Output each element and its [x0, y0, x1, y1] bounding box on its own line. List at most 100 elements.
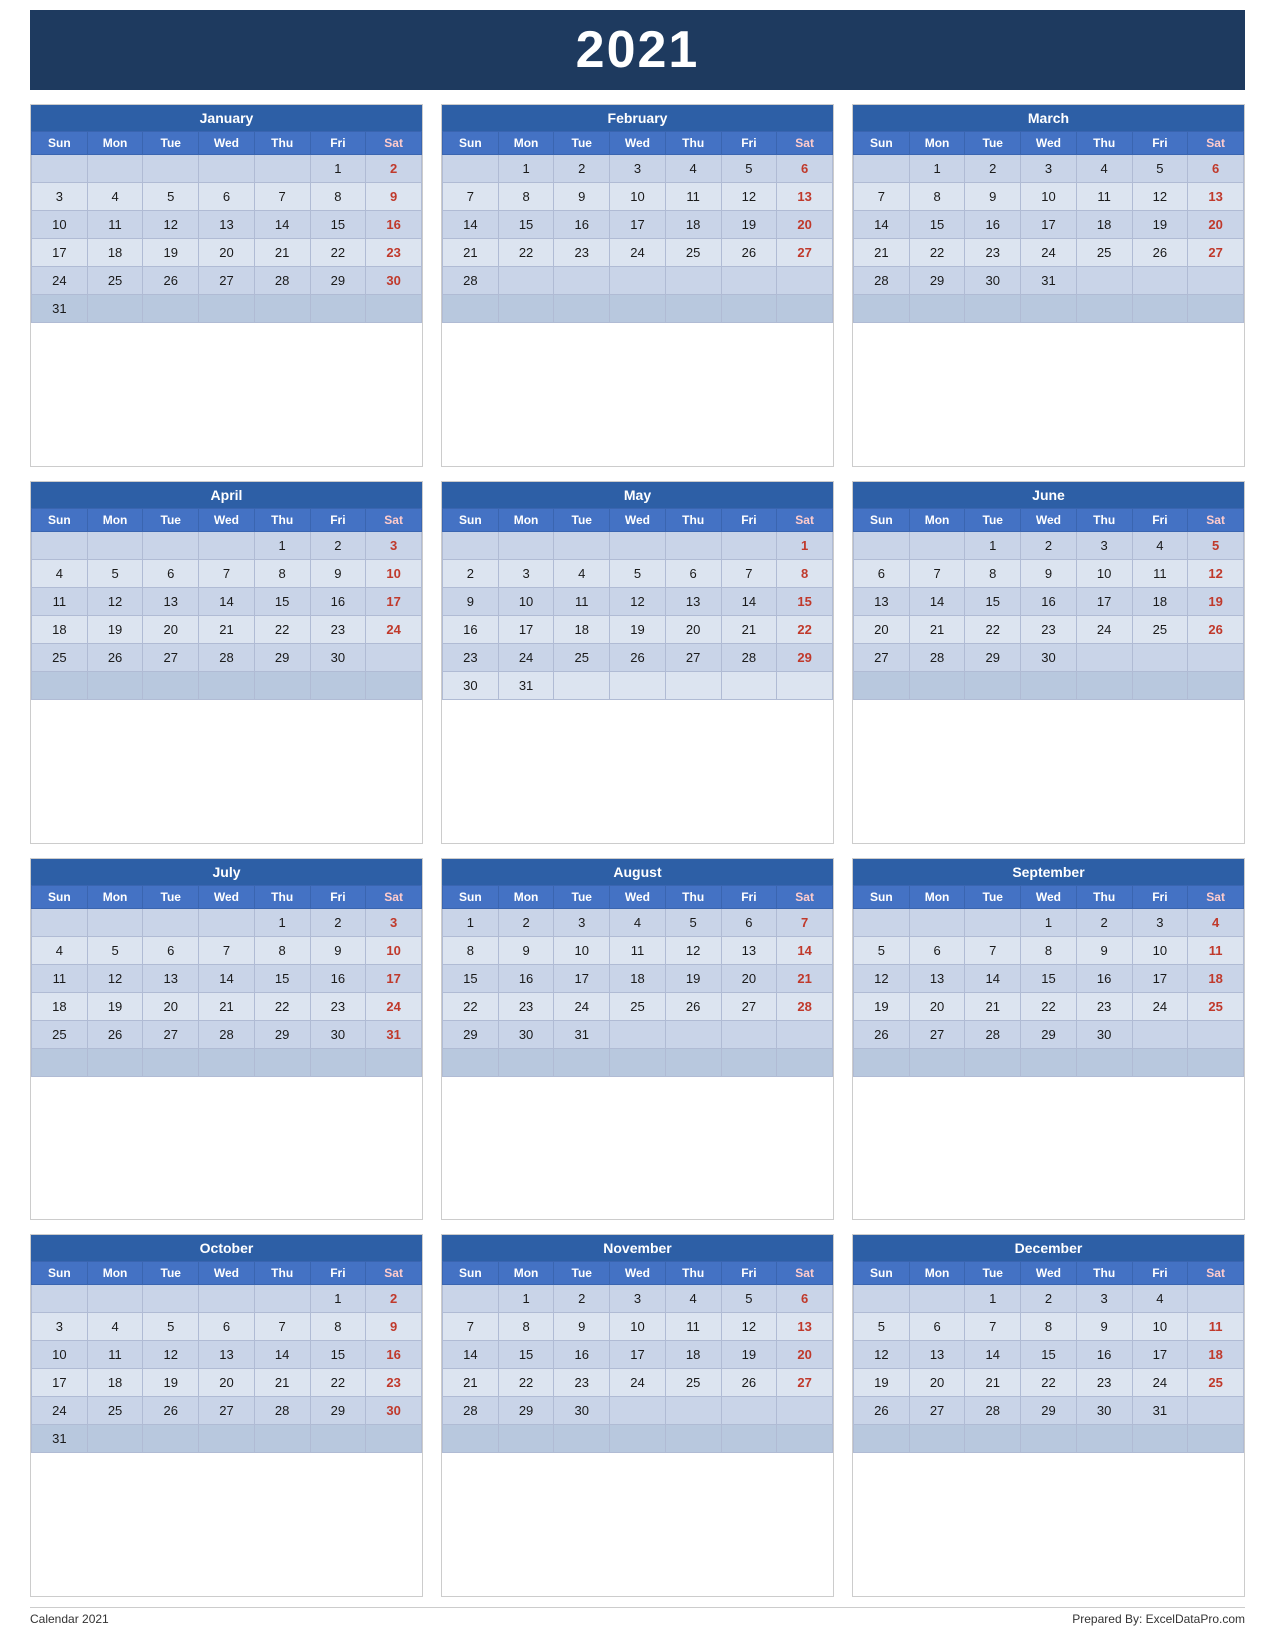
day-cell: 11: [554, 587, 610, 615]
day-cell: [965, 671, 1021, 699]
day-cell: [254, 671, 310, 699]
day-cell: 23: [965, 239, 1021, 267]
day-cell: 26: [1188, 615, 1244, 643]
week-row: 21222324252627: [443, 239, 833, 267]
day-cell: 16: [443, 615, 499, 643]
week-row: 19202122232425: [854, 1369, 1244, 1397]
day-cell: 16: [554, 211, 610, 239]
day-cell: 23: [1021, 615, 1077, 643]
day-cell: [143, 1285, 199, 1313]
day-cell: [909, 1425, 965, 1453]
day-cell: 9: [554, 1313, 610, 1341]
day-cell: 31: [554, 1020, 610, 1048]
day-cell: 24: [32, 267, 88, 295]
day-cell: 28: [965, 1020, 1021, 1048]
day-cell: 17: [1021, 211, 1077, 239]
day-cell: 30: [443, 671, 499, 699]
week-row: 262728293031: [854, 1397, 1244, 1425]
day-cell: 8: [1021, 1313, 1077, 1341]
day-cell: 20: [199, 1369, 255, 1397]
day-cell: 26: [610, 643, 666, 671]
day-header-fri: Fri: [1132, 508, 1188, 531]
day-header-wed: Wed: [610, 508, 666, 531]
day-cell: [366, 295, 422, 323]
day-cell: 7: [443, 1313, 499, 1341]
day-cell: 29: [777, 643, 833, 671]
day-cell: 21: [199, 615, 255, 643]
day-cell: [87, 908, 143, 936]
day-cell: 10: [366, 559, 422, 587]
day-header-fri: Fri: [310, 1262, 366, 1285]
week-row: 45678910: [32, 936, 422, 964]
day-cell: 1: [909, 155, 965, 183]
day-cell: 19: [721, 211, 777, 239]
day-cell: 26: [1132, 239, 1188, 267]
day-cell: 29: [310, 1397, 366, 1425]
day-cell: 21: [854, 239, 910, 267]
day-cell: 18: [1188, 964, 1244, 992]
month-title: January: [31, 105, 422, 131]
day-cell: 8: [965, 559, 1021, 587]
day-cell: 18: [554, 615, 610, 643]
week-row: 15161718192021: [443, 964, 833, 992]
day-cell: 5: [87, 559, 143, 587]
day-header-sun: Sun: [854, 508, 910, 531]
day-cell: 30: [366, 267, 422, 295]
day-cell: [254, 295, 310, 323]
day-cell: [1188, 295, 1244, 323]
day-header-sat: Sat: [1188, 508, 1244, 531]
week-row: 18192021222324: [32, 992, 422, 1020]
day-cell: 14: [443, 1341, 499, 1369]
week-row: 14151617181920: [443, 1341, 833, 1369]
day-cell: 20: [665, 615, 721, 643]
day-cell: [610, 1425, 666, 1453]
day-cell: 7: [199, 559, 255, 587]
day-header-mon: Mon: [909, 132, 965, 155]
day-cell: [1132, 643, 1188, 671]
day-cell: 25: [610, 992, 666, 1020]
months-grid: JanuarySunMonTueWedThuFriSat123456789101…: [30, 104, 1245, 1597]
month-title: May: [442, 482, 833, 508]
cal-table: SunMonTueWedThuFriSat1234567891011121314…: [853, 1261, 1244, 1453]
day-cell: 13: [721, 936, 777, 964]
day-cell: 8: [498, 1313, 554, 1341]
day-cell: [498, 1425, 554, 1453]
day-cell: 22: [777, 615, 833, 643]
day-cell: [610, 1397, 666, 1425]
day-cell: 3: [32, 1313, 88, 1341]
day-cell: 16: [965, 211, 1021, 239]
day-cell: [665, 295, 721, 323]
day-cell: 22: [498, 239, 554, 267]
week-row: [854, 1425, 1244, 1453]
day-header-tue: Tue: [965, 132, 1021, 155]
day-cell: 10: [1076, 559, 1132, 587]
cal-table: SunMonTueWedThuFriSat1234567891011121314…: [31, 131, 422, 323]
day-cell: 26: [721, 1369, 777, 1397]
day-cell: 15: [909, 211, 965, 239]
day-cell: [310, 671, 366, 699]
week-row: 78910111213: [854, 183, 1244, 211]
day-header-mon: Mon: [498, 132, 554, 155]
week-row: 21222324252627: [854, 239, 1244, 267]
day-cell: [1188, 1020, 1244, 1048]
day-cell: 4: [87, 1313, 143, 1341]
week-row: [854, 1048, 1244, 1076]
day-cell: 1: [498, 1285, 554, 1313]
day-header-thu: Thu: [254, 508, 310, 531]
week-row: 22232425262728: [443, 992, 833, 1020]
day-header-wed: Wed: [1021, 885, 1077, 908]
day-cell: [854, 908, 910, 936]
day-cell: 21: [721, 615, 777, 643]
day-cell: [721, 531, 777, 559]
day-cell: 9: [965, 183, 1021, 211]
day-cell: 23: [310, 615, 366, 643]
day-cell: 21: [443, 239, 499, 267]
day-cell: [1076, 643, 1132, 671]
day-cell: 18: [665, 1341, 721, 1369]
cal-table: SunMonTueWedThuFriSat1234567891011121314…: [31, 885, 422, 1077]
day-cell: 16: [310, 587, 366, 615]
day-header-sun: Sun: [854, 132, 910, 155]
week-row: 10111213141516: [32, 211, 422, 239]
day-cell: 5: [665, 908, 721, 936]
day-cell: 14: [909, 587, 965, 615]
